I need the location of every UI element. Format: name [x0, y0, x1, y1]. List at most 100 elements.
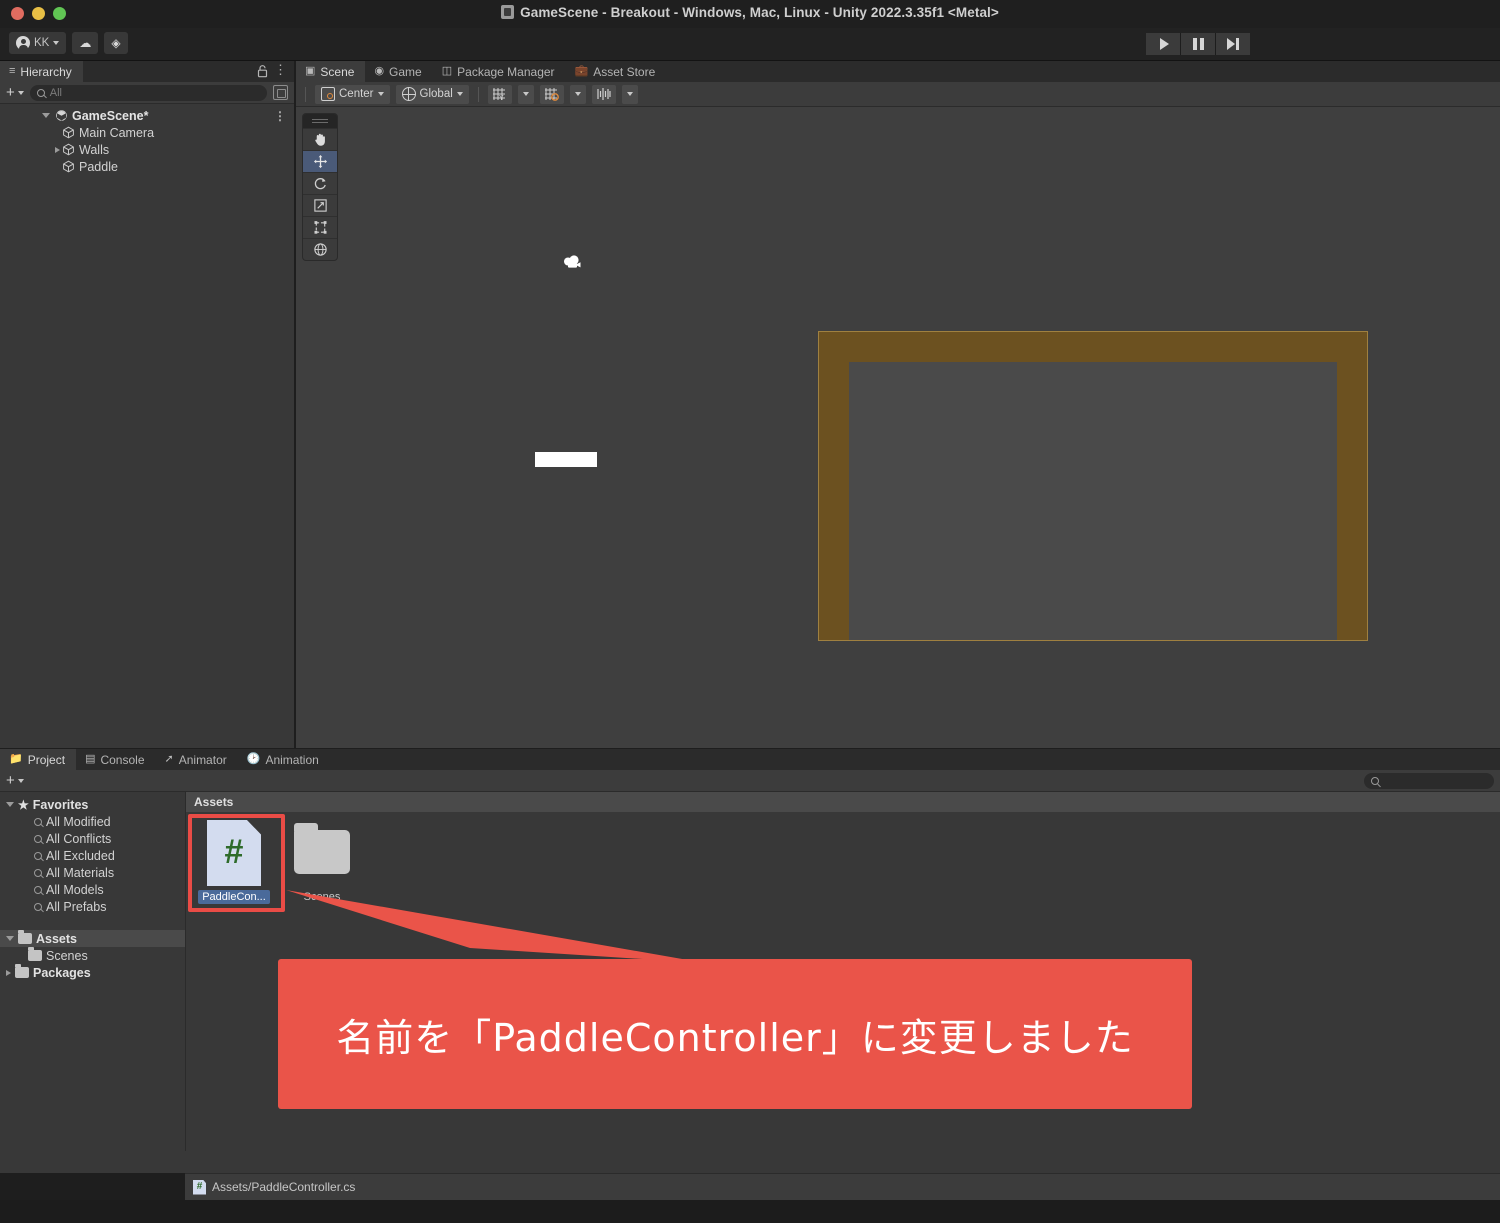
- chevron-down-icon[interactable]: [6, 802, 14, 807]
- search-icon: [34, 902, 42, 911]
- account-button[interactable]: KK: [9, 32, 67, 54]
- cloud-button[interactable]: ☁: [72, 32, 99, 54]
- pause-icon: [1192, 38, 1204, 50]
- toolbar-left-group: KK ☁ ◈: [9, 32, 128, 54]
- project-search-input[interactable]: [1364, 773, 1494, 789]
- scene-viewport[interactable]: [296, 107, 1500, 748]
- project-add-label: +: [6, 772, 15, 789]
- project-tree-label: Favorites: [32, 797, 89, 812]
- pause-button[interactable]: [1181, 33, 1215, 55]
- project-tree-item-assets[interactable]: Assets: [0, 930, 185, 947]
- hierarchy-menu-icon[interactable]: ⋮: [274, 63, 287, 76]
- hierarchy-toolbar: + All: [0, 82, 294, 104]
- tab-animation[interactable]: 🕑 Animation: [237, 749, 330, 770]
- tab-scene-label: Scene: [320, 64, 355, 79]
- bottom-bar: [0, 1200, 1500, 1223]
- scale-tool-button[interactable]: [303, 194, 337, 216]
- chevron-right-icon[interactable]: [6, 969, 11, 976]
- unity-app-icon: [501, 5, 515, 19]
- rotate-tool-button[interactable]: [303, 172, 337, 194]
- hierarchy-tabbar: ≡ Hierarchy ⋮: [0, 61, 294, 82]
- project-add-button[interactable]: +: [6, 773, 24, 788]
- tab-hierarchy[interactable]: ≡ Hierarchy: [0, 61, 83, 82]
- rect-icon: [314, 221, 326, 234]
- project-tree-label: All Materials: [46, 865, 115, 880]
- hand-tool-button[interactable]: [303, 128, 337, 150]
- snap-increment-button[interactable]: [539, 84, 564, 104]
- project-tree-item-all-models[interactable]: All Models: [0, 881, 185, 898]
- gamepad-icon: ◉: [374, 65, 385, 77]
- grid-snap-button[interactable]: Y: [487, 84, 512, 104]
- gameobject-icon: [62, 143, 75, 156]
- component-tools-dropdown[interactable]: [621, 84, 638, 104]
- hierarchy-item-walls[interactable]: Walls: [0, 141, 294, 158]
- pivot-center-icon: [321, 87, 335, 101]
- search-icon: [34, 817, 42, 826]
- chevron-down-icon: [17, 90, 24, 95]
- package-icon: ◫: [441, 65, 453, 77]
- step-icon: [1227, 38, 1239, 50]
- hierarchy-search-input[interactable]: All: [29, 84, 267, 101]
- chevron-down-icon[interactable]: [6, 936, 14, 941]
- project-tree-item-all-excluded[interactable]: All Excluded: [0, 847, 185, 864]
- project-tree-item-all-conflicts[interactable]: All Conflicts: [0, 830, 185, 847]
- hierarchy-add-button[interactable]: +: [6, 85, 24, 100]
- animation-icon: 🕑: [246, 753, 261, 765]
- playfield-area: [849, 362, 1337, 640]
- hierarchy-item-gamescene[interactable]: GameScene* ⋮: [0, 107, 294, 124]
- project-tree-label: All Excluded: [46, 848, 115, 863]
- console-icon: ▤: [85, 753, 96, 765]
- hierarchy-expand-icon[interactable]: [273, 85, 288, 100]
- step-button[interactable]: [1216, 33, 1250, 55]
- project-tree-item-all-prefabs[interactable]: All Prefabs: [0, 898, 185, 915]
- transform-tool-button[interactable]: [303, 238, 337, 260]
- tab-project[interactable]: 📁 Project: [0, 749, 77, 770]
- tab-game[interactable]: ◉ Game: [365, 61, 433, 82]
- move-icon: [313, 154, 327, 169]
- chevron-right-icon[interactable]: [55, 146, 60, 153]
- project-tree-label: Scenes: [46, 948, 88, 963]
- tab-console[interactable]: ▤ Console: [76, 749, 156, 770]
- folder-icon: 📁: [9, 753, 23, 765]
- walls-gameobject[interactable]: [818, 331, 1368, 641]
- project-tree-item-favorites[interactable]: ★ Favorites: [0, 796, 185, 813]
- camera-gizmo-icon[interactable]: [561, 254, 583, 272]
- tab-animation-label: Animation: [265, 752, 319, 767]
- play-button[interactable]: [1146, 33, 1180, 55]
- tab-asset-store[interactable]: 💼 Asset Store: [565, 61, 667, 82]
- rect-tool-button[interactable]: [303, 216, 337, 238]
- hierarchy-item-paddle[interactable]: Paddle: [0, 158, 294, 175]
- grid-snap-icon: Y: [492, 88, 505, 101]
- snap-increment-dropdown[interactable]: [569, 84, 586, 104]
- pivot-rotation-dropdown[interactable]: Global: [395, 84, 469, 104]
- project-tree-item-all-materials[interactable]: All Materials: [0, 864, 185, 881]
- unity-services-icon: ◈: [111, 36, 121, 50]
- tab-animator[interactable]: ➚ Animator: [155, 749, 238, 770]
- window-title-text: GameScene - Breakout - Windows, Mac, Lin…: [520, 5, 999, 20]
- move-tool-button[interactable]: [303, 150, 337, 172]
- project-tree-item-scenes[interactable]: Scenes: [0, 947, 185, 964]
- component-tools-button[interactable]: [591, 84, 616, 104]
- breadcrumb-label: Assets: [194, 795, 234, 809]
- folder-icon: [28, 947, 42, 961]
- services-button[interactable]: ◈: [104, 32, 128, 54]
- search-icon: [34, 885, 42, 894]
- paddle-gameobject[interactable]: [535, 452, 597, 467]
- scene-view-toolbar: Center Global Y: [296, 82, 1500, 107]
- project-tree-item-all-modified[interactable]: All Modified: [0, 813, 185, 830]
- lock-icon[interactable]: [257, 65, 268, 83]
- project-tree-label: All Models: [46, 882, 104, 897]
- hierarchy-item-main-camera[interactable]: Main Camera: [0, 124, 294, 141]
- hierarchy-row-menu-icon[interactable]: ⋮: [274, 110, 286, 122]
- tab-scene[interactable]: ▣ Scene: [296, 61, 366, 82]
- hierarchy-tree: GameScene* ⋮ Main Camera Walls Paddle: [0, 104, 294, 175]
- grid-snap-dropdown[interactable]: [517, 84, 534, 104]
- tool-palette-grip[interactable]: [303, 114, 337, 128]
- tab-package-manager[interactable]: ◫ Package Manager: [432, 61, 566, 82]
- chevron-down-icon[interactable]: [42, 113, 50, 118]
- scene-icon: [55, 109, 68, 122]
- project-tree-item-packages[interactable]: Packages: [0, 964, 185, 981]
- pivot-mode-dropdown[interactable]: Center: [315, 84, 390, 104]
- chevron-down-icon: [522, 92, 529, 96]
